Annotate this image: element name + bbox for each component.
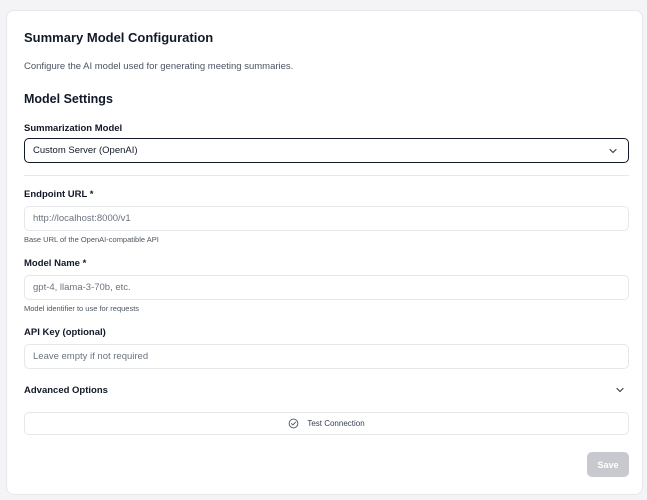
- summarization-model-select[interactable]: Custom Server (OpenAI): [24, 138, 629, 163]
- page-description: Configure the AI model used for generati…: [24, 61, 294, 72]
- endpoint-url-hint: Base URL of the OpenAI-compatible API: [24, 235, 159, 244]
- model-name-label: Model Name *: [24, 258, 87, 269]
- advanced-options-toggle[interactable]: Advanced Options: [24, 379, 629, 401]
- model-name-input[interactable]: [24, 275, 629, 300]
- chevron-down-icon: [615, 385, 625, 395]
- check-circle-icon: [288, 418, 299, 429]
- advanced-options-label: Advanced Options: [24, 384, 108, 396]
- model-name-hint: Model identifier to use for requests: [24, 304, 140, 313]
- api-key-label: API Key (optional): [24, 327, 106, 338]
- chevron-down-icon: [608, 146, 618, 156]
- endpoint-url-input[interactable]: [24, 206, 629, 231]
- endpoint-url-label: Endpoint URL *: [24, 189, 94, 200]
- test-connection-button[interactable]: Test Connection: [24, 412, 629, 435]
- summarization-model-value: Custom Server (OpenAI): [33, 145, 138, 156]
- summary-config-card: Summary Model Configuration Configure th…: [6, 10, 643, 495]
- test-connection-label: Test Connection: [307, 419, 365, 428]
- api-key-input[interactable]: [24, 344, 629, 369]
- summarization-model-label: Summarization Model: [24, 123, 123, 134]
- section-title-model-settings: Model Settings: [24, 92, 113, 106]
- page-title: Summary Model Configuration: [24, 30, 214, 45]
- save-button[interactable]: Save: [587, 452, 629, 477]
- divider: [24, 175, 629, 176]
